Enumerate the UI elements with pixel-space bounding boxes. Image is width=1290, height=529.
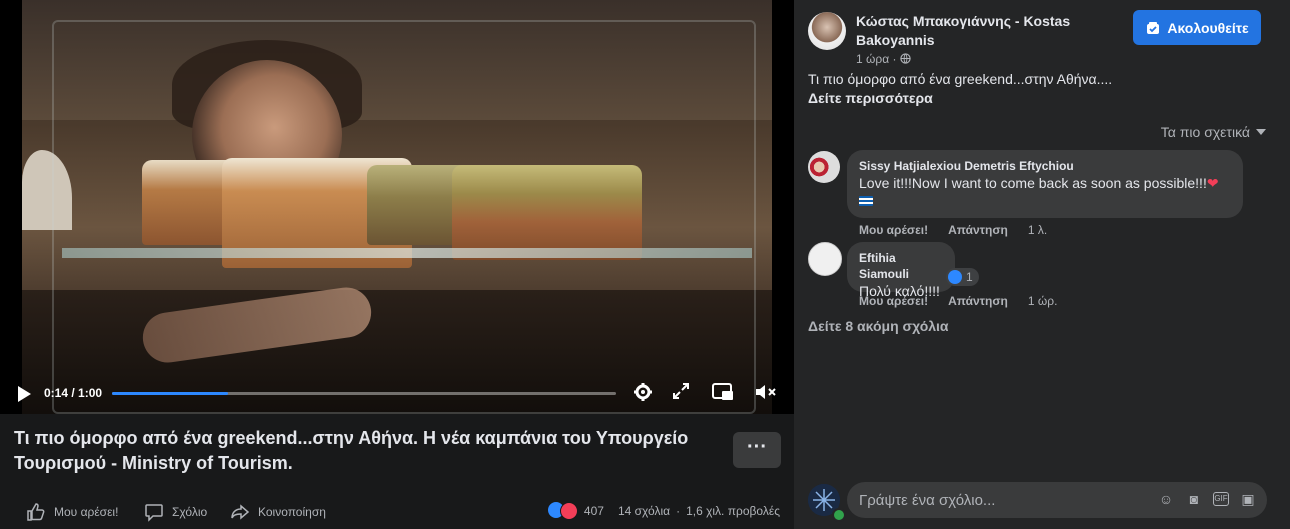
- video-progress-bar[interactable]: [112, 392, 616, 395]
- video-panel: 0:14 / 1:00 Τι πιο όμορφο από ένα greeke…: [0, 0, 794, 529]
- comment-actions: Μου αρέσει! Απάντηση 1 ώρ.: [859, 294, 1057, 308]
- video-progress-fill: [112, 392, 228, 395]
- follow-label: Ακολουθείτε: [1167, 19, 1249, 36]
- sort-label: Τα πιο σχετικά: [1160, 124, 1250, 140]
- comment-input-placeholder: Γράψτε ένα σχόλιο...: [859, 492, 996, 509]
- commenter-name[interactable]: Eftihia Siamouli: [859, 250, 943, 282]
- video-time: 0:14 / 1:00: [44, 386, 103, 400]
- view-more-comments-link[interactable]: Δείτε 8 ακόμη σχόλια: [808, 318, 949, 334]
- emoji-icon[interactable]: ☺: [1157, 490, 1175, 508]
- fullscreen-icon[interactable]: [670, 382, 692, 404]
- online-status-dot: [832, 508, 846, 522]
- comment-icon: [145, 504, 163, 522]
- post-text: Τι πιο όμορφο από ένα greekend...στην Αθ…: [808, 71, 1113, 87]
- post-time: 1 ώρα ·: [856, 52, 911, 66]
- commenter-name[interactable]: Sissy Hatjialexiou Demetris Eftychiou: [859, 158, 1231, 174]
- more-options-button[interactable]: ···: [733, 432, 781, 468]
- views-count: 1,6 χιλ. προβολές: [686, 504, 780, 518]
- reaction-icons[interactable]: [547, 502, 578, 520]
- comment-text: Love it!!!Now I want to come back as soo…: [859, 175, 1219, 191]
- comment-reply-button[interactable]: Απάντηση: [948, 223, 1008, 237]
- like-icon: [27, 503, 45, 521]
- comment-like-button[interactable]: Μου αρέσει!: [859, 223, 928, 237]
- love-reaction-icon: [559, 502, 578, 520]
- composer-icons: ☺ ◙ GIF ▣: [1157, 490, 1257, 508]
- video-title: Τι πιο όμορφο από ένα greekend...στην Αθ…: [14, 428, 689, 473]
- comment-time[interactable]: 1 λ.: [1028, 223, 1047, 237]
- commenter-avatar[interactable]: [808, 242, 842, 276]
- comment-bubble: Eftihia Siamouli Πολύ καλό!!!!: [847, 242, 955, 299]
- comment-sort-dropdown[interactable]: Τα πιο σχετικά: [1161, 124, 1266, 140]
- comment-label: Σχόλιο: [172, 505, 208, 519]
- comment-button[interactable]: Σχόλιο: [144, 502, 207, 522]
- video-player[interactable]: 0:14 / 1:00: [0, 0, 794, 414]
- post-actions-bar: Μου αρέσει! Σχόλιο Κοινοποίηση 407 14 σχ…: [0, 494, 794, 526]
- reactions-count[interactable]: 407: [584, 504, 604, 518]
- heart-emoji-icon: ❤: [1206, 175, 1219, 191]
- video-controls: 0:14 / 1:00: [0, 372, 794, 414]
- like-reaction-icon: [948, 270, 962, 284]
- share-button[interactable]: Κοινοποίηση: [230, 502, 326, 522]
- share-label: Κοινοποίηση: [258, 505, 326, 519]
- commenter-avatar[interactable]: [808, 151, 840, 183]
- comment-actions: Μου αρέσει! Απάντηση 1 λ.: [859, 223, 1047, 237]
- comment-time[interactable]: 1 ώρ.: [1028, 294, 1058, 308]
- camera-icon[interactable]: ◙: [1185, 490, 1203, 508]
- comment-input[interactable]: Γράψτε ένα σχόλιο... ☺ ◙ GIF ▣: [847, 482, 1267, 518]
- play-icon[interactable]: [18, 386, 31, 402]
- author-name[interactable]: Κώστας Μπακογιάννης - Kostas Bakoyannis: [856, 12, 1092, 50]
- comment-reaction-badge[interactable]: 1: [946, 268, 979, 286]
- settings-icon[interactable]: [632, 382, 654, 404]
- post-stats: 407 14 σχόλια · 1,6 χιλ. προβολές: [547, 502, 780, 520]
- author-avatar[interactable]: [808, 12, 846, 50]
- comment-reply-button[interactable]: Απάντηση: [948, 294, 1008, 308]
- like-label: Μου αρέσει!: [54, 505, 119, 519]
- follow-button[interactable]: Ακολουθείτε: [1133, 10, 1261, 45]
- share-icon: [231, 504, 250, 520]
- comment-bubble: Sissy Hatjialexiou Demetris Eftychiou Lo…: [847, 150, 1243, 218]
- comments-count[interactable]: 14 σχόλια: [618, 504, 670, 518]
- volume-muted-icon[interactable]: [754, 382, 776, 404]
- post-sidebar: Κώστας Μπακογιάννης - Kostas Bakoyannis …: [794, 0, 1290, 529]
- gif-icon[interactable]: GIF: [1213, 492, 1229, 506]
- video-frame: [22, 0, 772, 414]
- globe-icon: [900, 53, 911, 64]
- caret-down-icon: [1256, 129, 1266, 135]
- follow-icon: [1147, 21, 1160, 34]
- like-button[interactable]: Μου αρέσει!: [26, 502, 118, 522]
- comment-like-button[interactable]: Μου αρέσει!: [859, 294, 928, 308]
- greek-flag-icon: [859, 192, 1231, 211]
- see-more-link[interactable]: Δείτε περισσότερα: [808, 90, 933, 106]
- sticker-icon[interactable]: ▣: [1239, 490, 1257, 508]
- pip-icon[interactable]: [712, 382, 734, 404]
